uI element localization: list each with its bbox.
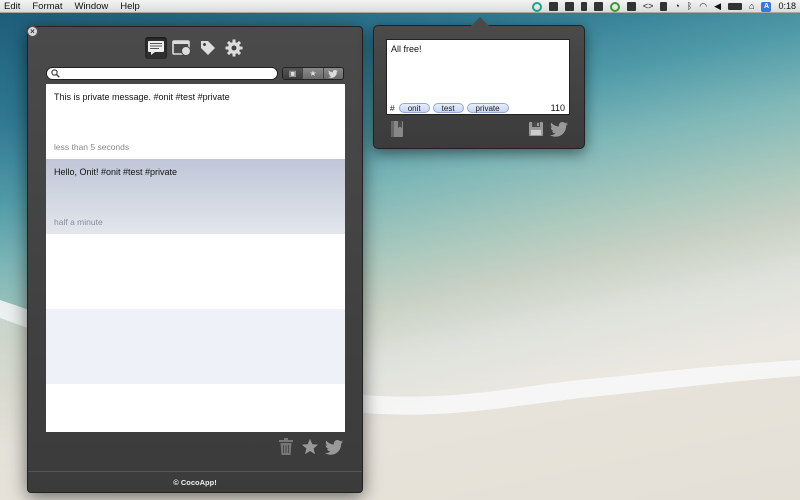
tag-bar: # onit test private 110 xyxy=(387,101,569,114)
list-item[interactable]: This is private message. #onit #test #pr… xyxy=(46,84,345,159)
clock[interactable]: 0:18 xyxy=(778,0,796,13)
folder-icon[interactable] xyxy=(564,2,574,11)
tags-tab[interactable] xyxy=(197,37,219,59)
quick-note-popover: All free! # onit test private 110 xyxy=(373,17,585,149)
browser-tab[interactable] xyxy=(171,37,193,59)
volume-icon[interactable]: ◀ xyxy=(714,0,721,13)
note-text[interactable]: All free! xyxy=(391,44,422,54)
search-input[interactable] xyxy=(61,68,273,79)
status-area: <> ◔ ᛒ ◠ ◀ ⌂ A 0:18 xyxy=(531,0,796,13)
onit-status-icon[interactable] xyxy=(531,1,542,12)
gear-icon xyxy=(225,39,243,57)
delete-button[interactable] xyxy=(276,437,296,457)
menu-bar: Edit Format Window Help <> ◔ ᛒ ◠ ◀ ⌂ A 0… xyxy=(0,0,800,13)
empty-row xyxy=(46,234,345,309)
search-icon xyxy=(51,69,60,78)
open-notebook-button[interactable] xyxy=(388,120,406,138)
settings-tab[interactable] xyxy=(223,37,245,59)
user-icon[interactable]: A xyxy=(761,1,772,12)
onit-main-window: × ▣ ★ This is private message. #onit #te… xyxy=(27,26,363,493)
twitter-bird-icon xyxy=(325,439,343,455)
empty-row xyxy=(46,309,345,384)
bluetooth-icon[interactable]: ᛒ xyxy=(687,0,692,13)
tweet-button[interactable] xyxy=(550,120,568,138)
tags-icon xyxy=(201,41,215,55)
empty-row xyxy=(46,384,345,432)
wifi-icon[interactable]: ◠ xyxy=(699,0,707,13)
bookmark-book-icon xyxy=(391,121,403,137)
save-button[interactable] xyxy=(527,120,545,138)
menu-edit[interactable]: Edit xyxy=(0,0,26,13)
filter-twitter-button[interactable] xyxy=(324,68,343,79)
copyright-footer: © CocoApp! xyxy=(173,478,217,487)
keyboard-icon[interactable]: ⌂ xyxy=(749,0,754,13)
close-button[interactable]: × xyxy=(27,26,38,37)
tweet-button[interactable] xyxy=(324,437,344,457)
code-icon[interactable]: <> xyxy=(643,0,654,13)
time-machine-icon[interactable]: ◔ xyxy=(674,0,679,13)
tag-prefix: # xyxy=(390,102,395,113)
list-item-selected[interactable]: Hello, Onit! #onit #test #private half a… xyxy=(46,159,345,234)
twitter-bird-icon xyxy=(550,121,568,137)
battery-icon[interactable] xyxy=(728,3,743,10)
tag-onit[interactable]: onit xyxy=(398,102,430,113)
star-button[interactable] xyxy=(300,437,320,457)
popover-arrow xyxy=(471,17,489,26)
filter-segmented-control: ▣ ★ xyxy=(282,67,344,80)
lock-icon[interactable] xyxy=(660,2,668,11)
close-icon: × xyxy=(30,27,35,36)
messages-icon xyxy=(148,41,164,55)
tag-private[interactable]: private xyxy=(466,102,509,113)
trash-icon xyxy=(279,438,293,455)
note-editor[interactable]: All free! # onit test private 110 xyxy=(386,39,570,115)
divider xyxy=(28,471,362,472)
calendar-icon: ▣ xyxy=(288,69,297,78)
message-time: less than 5 seconds xyxy=(54,142,130,152)
search-field[interactable] xyxy=(46,67,278,80)
menu-help[interactable]: Help xyxy=(114,0,146,13)
dropbox-icon[interactable] xyxy=(593,2,603,11)
star-icon xyxy=(301,438,319,455)
twitter-bird-icon xyxy=(328,69,339,78)
sync-icon[interactable] xyxy=(609,1,620,12)
message-list: This is private message. #onit #test #pr… xyxy=(46,84,345,432)
menu-format[interactable]: Format xyxy=(26,0,68,13)
star-icon: ★ xyxy=(309,69,317,78)
message-time: half a minute xyxy=(54,217,103,227)
toolbar xyxy=(145,37,245,59)
bottom-toolbar xyxy=(28,433,362,463)
tag-test[interactable]: test xyxy=(432,102,464,113)
character-count: 110 xyxy=(550,102,565,113)
bookmark-icon[interactable] xyxy=(580,2,587,11)
filter-starred-button[interactable]: ★ xyxy=(303,68,324,79)
messages-tab[interactable] xyxy=(145,37,167,59)
message-text: Hello, Onit! #onit #test #private xyxy=(54,167,178,177)
message-text: This is private message. #onit #test #pr… xyxy=(54,92,230,102)
save-disk-icon xyxy=(529,122,543,136)
paste-icon[interactable] xyxy=(626,2,636,11)
browser-globe-icon xyxy=(172,40,191,56)
filter-all-button[interactable]: ▣ xyxy=(283,68,304,79)
evernote-icon[interactable] xyxy=(548,2,558,11)
menu-window[interactable]: Window xyxy=(68,0,114,13)
